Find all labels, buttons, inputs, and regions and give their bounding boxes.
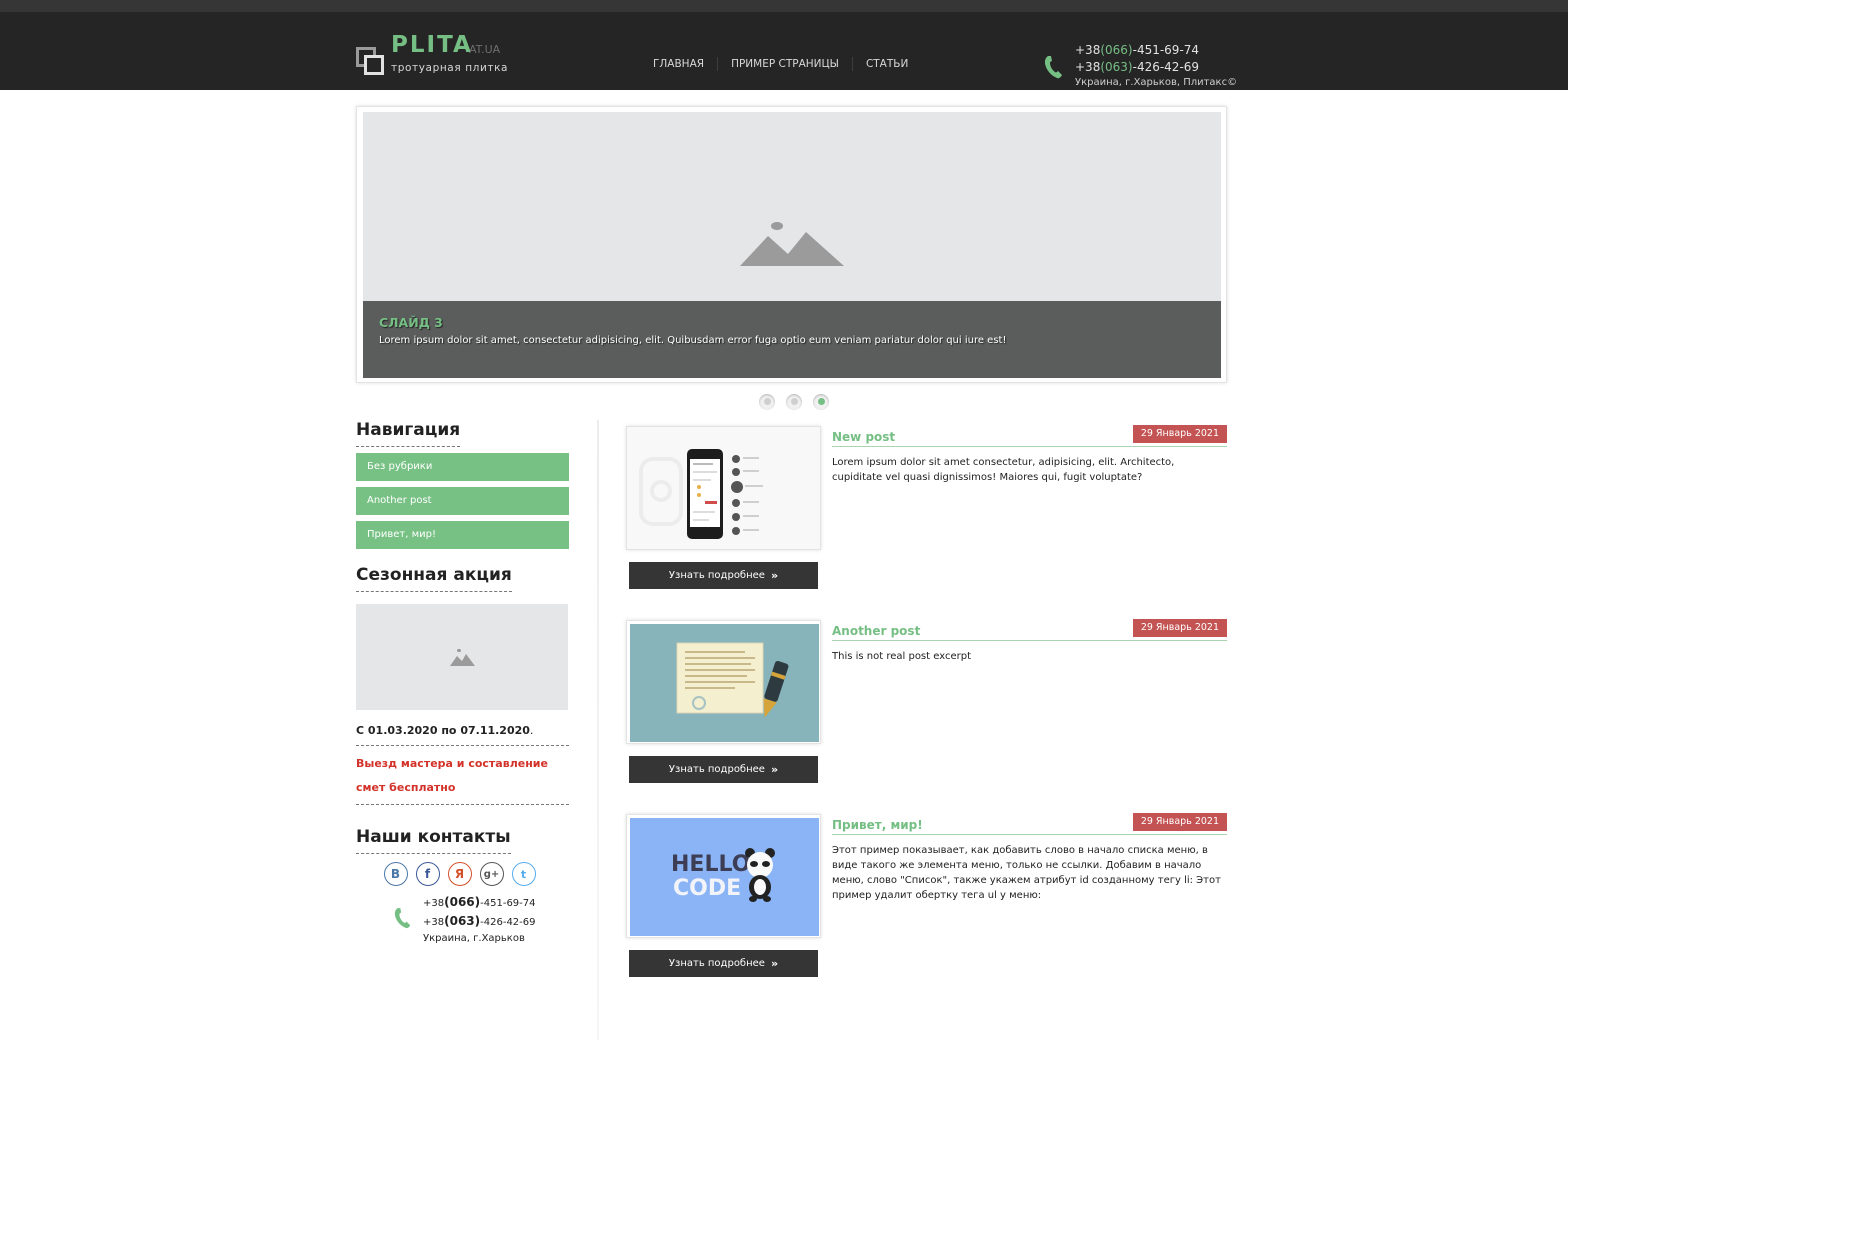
double-chevron-right-icon: » — [770, 763, 779, 776]
header-phone-2: +38(063)-426-42-69 — [1075, 60, 1200, 74]
post-thumbnail[interactable] — [626, 426, 821, 550]
header-address: Украина, г.Харьков, Плитакс© — [1075, 77, 1238, 88]
category-another-post[interactable]: Another post — [356, 487, 569, 515]
promo-title: Сезонная акция — [356, 565, 512, 592]
slider-dot-1[interactable] — [759, 394, 775, 410]
post-excerpt: Этот пример показывает, как добавить сло… — [832, 845, 1221, 901]
promo-dates: С 01.03.2020 по 07.11.2020. — [356, 724, 569, 746]
sidebar-contacts: +38(066)-451-69-74 +38(063)-426-42-69 Ук… — [356, 894, 569, 944]
yandex-icon[interactable]: Я — [447, 862, 472, 886]
social-links: B f Я g+ t — [356, 862, 569, 886]
sidebar-phone-2: +38(063)-426-42-69 — [423, 913, 536, 928]
sidebar-phone-1: +38(066)-451-69-74 — [423, 895, 536, 909]
site-logo[interactable]: PLITA AT.UA тротуарная плитка — [356, 32, 516, 81]
hello-code-image: HELLO CODE — [630, 818, 819, 936]
post-date-badge: 29 Январь 2021 — [1132, 425, 1227, 443]
post-thumbnail[interactable] — [626, 620, 821, 744]
image-placeholder-icon — [450, 648, 475, 666]
promo-offer: Выезд мастера и составление смет бесплат… — [356, 752, 569, 805]
top-strip — [0, 0, 1568, 12]
main-nav: ГЛАВНАЯ ПРИМЕР СТРАНИЦЫ СТАТЬИ — [640, 57, 921, 71]
category-uncategorized[interactable]: Без рубрики — [356, 453, 569, 481]
app-screenshot-image — [639, 449, 763, 539]
sidebar: Навигация Без рубрики Another post Приве… — [356, 420, 569, 944]
slide-text: Lorem ipsum dolor sit amet, consectetur … — [379, 335, 1007, 346]
read-more-button[interactable]: Узнать подробнее» — [629, 562, 818, 589]
post-date-badge: 29 Январь 2021 — [1132, 619, 1227, 637]
promo-image — [356, 604, 568, 710]
slider-dot-2[interactable] — [786, 394, 802, 410]
double-chevron-right-icon: » — [770, 957, 779, 970]
slider-dots — [759, 394, 840, 410]
post-title[interactable]: Another post — [832, 624, 920, 638]
slide-caption: СЛАЙД 3 Lorem ipsum dolor sit amet, cons… — [363, 301, 1221, 378]
category-hello-world[interactable]: Привет, мир! — [356, 521, 569, 549]
twitter-icon[interactable]: t — [511, 862, 536, 886]
post-thumbnail[interactable]: HELLO CODE — [626, 814, 821, 938]
read-more-button[interactable]: Узнать подробнее» — [629, 756, 818, 783]
logo-domain: AT.UA — [469, 43, 501, 56]
category-list: Без рубрики Another post Привет, мир! — [356, 453, 569, 549]
svg-text:CODE: CODE — [673, 876, 741, 901]
logo-tagline: тротуарная плитка — [391, 62, 509, 74]
post-title-bar: Another post 29 Январь 2021 — [832, 619, 1227, 641]
post-title-bar: New post 29 Январь 2021 — [832, 425, 1227, 447]
nav-articles[interactable]: СТАТЬИ — [851, 57, 921, 71]
image-placeholder-icon — [740, 222, 844, 266]
nav-home[interactable]: ГЛАВНАЯ — [640, 57, 717, 71]
post-excerpt: Lorem ipsum dolor sit amet consectetur, … — [832, 457, 1175, 483]
header-phone-1: +38(066)-451-69-74 — [1075, 43, 1200, 57]
column-divider — [597, 420, 599, 1040]
double-chevron-right-icon: » — [770, 569, 779, 582]
read-more-button[interactable]: Узнать подробнее» — [629, 950, 818, 977]
hero-slider[interactable]: СЛАЙД 3 Lorem ipsum dolor sit amet, cons… — [356, 106, 1227, 383]
sidebar-address: Украина, г.Харьков — [423, 933, 525, 944]
slide-title: СЛАЙД 3 — [379, 315, 443, 330]
document-pen-image — [630, 624, 819, 742]
post-date-badge: 29 Январь 2021 — [1132, 813, 1227, 831]
post-excerpt: This is not real post excerpt — [832, 651, 971, 662]
logo-name: PLITA — [391, 32, 473, 58]
phone-icon — [394, 908, 411, 929]
contacts-title: Наши контакты — [356, 827, 511, 854]
header-contacts: +38(066)-451-69-74 +38(063)-426-42-69 Ук… — [1044, 42, 1244, 92]
post-card: HELLO CODE Узнать подробнее» Привет, мир… — [626, 813, 1227, 979]
google-plus-icon[interactable]: g+ — [479, 862, 504, 886]
vk-icon[interactable]: B — [383, 862, 408, 886]
post-card: Узнать подробнее» Another post 29 Январь… — [626, 619, 1227, 785]
svg-text:HELLO: HELLO — [671, 852, 750, 877]
post-title[interactable]: Привет, мир! — [832, 818, 923, 832]
post-title[interactable]: New post — [832, 430, 895, 444]
site-header: PLITA AT.UA тротуарная плитка ГЛАВНАЯ ПР… — [0, 12, 1568, 90]
facebook-icon[interactable]: f — [415, 862, 440, 886]
logo-squares-icon — [356, 47, 384, 75]
phone-icon — [1044, 56, 1062, 79]
post-title-bar: Привет, мир! 29 Январь 2021 — [832, 813, 1227, 835]
slider-dot-3[interactable] — [813, 394, 829, 410]
navigation-title: Навигация — [356, 420, 461, 447]
post-card: Узнать подробнее» New post 29 Январь 202… — [626, 425, 1227, 591]
nav-sample-page[interactable]: ПРИМЕР СТРАНИЦЫ — [717, 57, 852, 71]
